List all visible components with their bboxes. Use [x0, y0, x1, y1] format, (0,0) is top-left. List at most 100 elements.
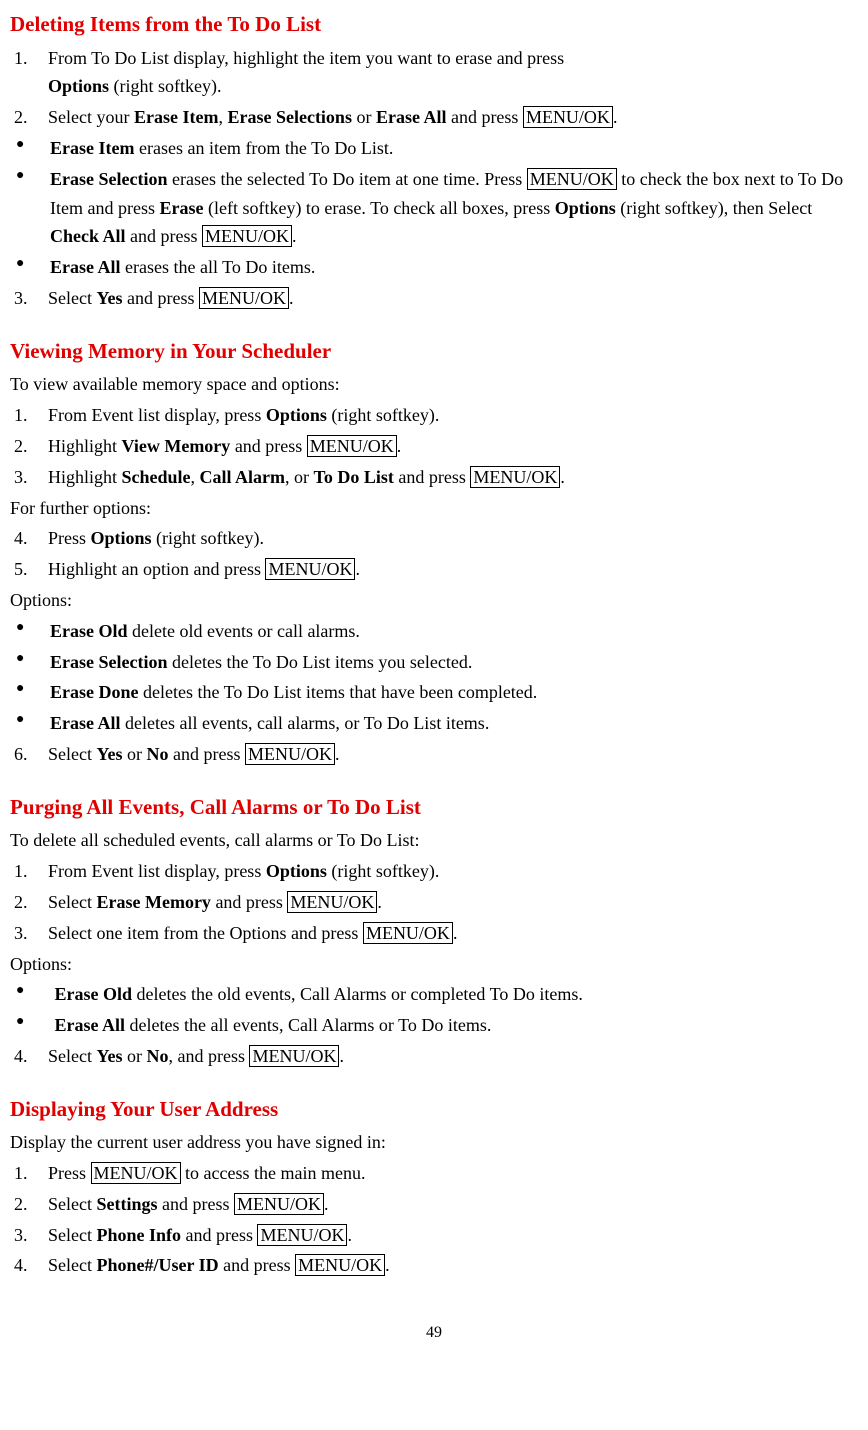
- step-item: 3. Select one item from the Options and …: [10, 919, 858, 948]
- bold-text: Options: [555, 198, 616, 218]
- step-item: 1. From To Do List display, highlight th…: [10, 44, 858, 102]
- text: (right softkey).: [152, 528, 264, 548]
- step-number: 4.: [10, 1042, 48, 1071]
- text: .: [292, 226, 297, 246]
- text: and press: [126, 226, 202, 246]
- bold-text: Schedule: [122, 467, 191, 487]
- bold-text: To Do List: [314, 467, 394, 487]
- step-number: 1.: [10, 1159, 48, 1188]
- text: Select your: [48, 107, 134, 127]
- text: Select: [48, 1255, 96, 1275]
- bold-text: Check All: [50, 226, 126, 246]
- step-number: 4.: [10, 1251, 48, 1280]
- step-item: 2. Select Erase Memory and press MENU/OK…: [10, 888, 858, 917]
- bullet-icon: ●: [10, 709, 50, 738]
- section-heading: Viewing Memory in Your Scheduler: [10, 335, 858, 369]
- bold-text: Erase Selection: [50, 169, 167, 189]
- bullet-icon: ●: [10, 165, 50, 251]
- step-number: 2.: [10, 1190, 48, 1219]
- bullet-item: ● Erase Old deletes the old events, Call…: [10, 980, 858, 1009]
- key-label: MENU/OK: [257, 1224, 347, 1246]
- text: and press: [158, 1194, 234, 1214]
- key-label: MENU/OK: [527, 168, 617, 190]
- step-body: Select Phone Info and press MENU/OK.: [48, 1221, 858, 1250]
- step-body: Press MENU/OK to access the main menu.: [48, 1159, 858, 1188]
- text: and press: [230, 436, 306, 456]
- text: and press: [394, 467, 470, 487]
- bullet-icon: ●: [10, 617, 50, 646]
- text: to access the main menu.: [181, 1163, 366, 1183]
- text: and press: [122, 288, 198, 308]
- text: and press: [168, 744, 244, 764]
- text: .: [335, 744, 340, 764]
- step-number: 2.: [10, 888, 48, 917]
- bold-text: Erase All: [55, 1015, 126, 1035]
- bold-text: No: [146, 1046, 168, 1066]
- step-item: 5. Highlight an option and press MENU/OK…: [10, 555, 858, 584]
- step-body: Select Yes and press MENU/OK.: [48, 284, 858, 313]
- key-label: MENU/OK: [523, 106, 613, 128]
- bold-text: Yes: [96, 288, 122, 308]
- key-label: MENU/OK: [234, 1193, 324, 1215]
- text: (right softkey).: [327, 861, 439, 881]
- bullet-body: Erase Selection erases the selected To D…: [50, 165, 858, 251]
- text: For further options:: [10, 494, 858, 523]
- step-number: 5.: [10, 555, 48, 584]
- bold-text: Erase All: [50, 713, 121, 733]
- step-body: Press Options (right softkey).: [48, 524, 858, 553]
- bullet-body: Erase All deletes all events, call alarm…: [50, 709, 858, 738]
- step-item: 4. Select Yes or No, and press MENU/OK.: [10, 1042, 858, 1071]
- step-item: 3. Select Phone Info and press MENU/OK.: [10, 1221, 858, 1250]
- step-body: Select Yes or No and press MENU/OK.: [48, 740, 858, 769]
- key-label: MENU/OK: [91, 1162, 181, 1184]
- step-body: Highlight Schedule, Call Alarm, or To Do…: [48, 463, 858, 492]
- text: erases the all To Do items.: [121, 257, 316, 277]
- bullet-body: Erase All deletes the all events, Call A…: [50, 1011, 858, 1040]
- bullet-item: ● Erase All deletes all events, call ala…: [10, 709, 858, 738]
- key-label: MENU/OK: [265, 558, 355, 580]
- bold-text: Erase Old: [55, 984, 133, 1004]
- text: Highlight: [48, 436, 122, 456]
- text: .: [397, 436, 402, 456]
- bold-text: Yes: [96, 744, 122, 764]
- bold-text: Phone#/User ID: [96, 1255, 218, 1275]
- bold-text: Erase Memory: [96, 892, 210, 912]
- text: erases the selected To Do item at one ti…: [167, 169, 526, 189]
- text: and press: [211, 892, 287, 912]
- text: or: [122, 744, 146, 764]
- bullet-item: ● Erase Done deletes the To Do List item…: [10, 678, 858, 707]
- step-item: 3. Highlight Schedule, Call Alarm, or To…: [10, 463, 858, 492]
- text: deletes the To Do List items you selecte…: [167, 652, 472, 672]
- step-number: 4.: [10, 524, 48, 553]
- text: , or: [285, 467, 314, 487]
- text: and press: [219, 1255, 295, 1275]
- key-label: MENU/OK: [287, 891, 377, 913]
- text: .: [613, 107, 618, 127]
- bold-text: Options: [266, 861, 327, 881]
- step-body: From Event list display, press Options (…: [48, 857, 858, 886]
- text: Highlight: [48, 467, 122, 487]
- step-number: 3.: [10, 284, 48, 313]
- text: deletes the old events, Call Alarms or c…: [132, 984, 583, 1004]
- text: Select: [48, 288, 96, 308]
- bullet-item: ● Erase Item erases an item from the To …: [10, 134, 858, 163]
- text: Press: [48, 1163, 91, 1183]
- text: Select: [48, 1194, 96, 1214]
- bullet-icon: ●: [10, 678, 50, 707]
- text: .: [453, 923, 458, 943]
- bullet-icon: ●: [10, 980, 50, 1009]
- text: .: [560, 467, 565, 487]
- step-number: 2.: [10, 103, 48, 132]
- intro-text: To view available memory space and optio…: [10, 370, 858, 399]
- step-body: Select one item from the Options and pre…: [48, 919, 858, 948]
- section-heading: Purging All Events, Call Alarms or To Do…: [10, 791, 858, 825]
- text: , and press: [168, 1046, 249, 1066]
- step-item: 1. From Event list display, press Option…: [10, 401, 858, 430]
- step-number: 3.: [10, 1221, 48, 1250]
- bold-text: Erase Selections: [227, 107, 351, 127]
- bullet-item: ● Erase All erases the all To Do items.: [10, 253, 858, 282]
- bullet-icon: ●: [10, 134, 50, 163]
- text: Select: [48, 744, 96, 764]
- step-body: Select your Erase Item, Erase Selections…: [48, 103, 858, 132]
- text: From Event list display, press: [48, 405, 266, 425]
